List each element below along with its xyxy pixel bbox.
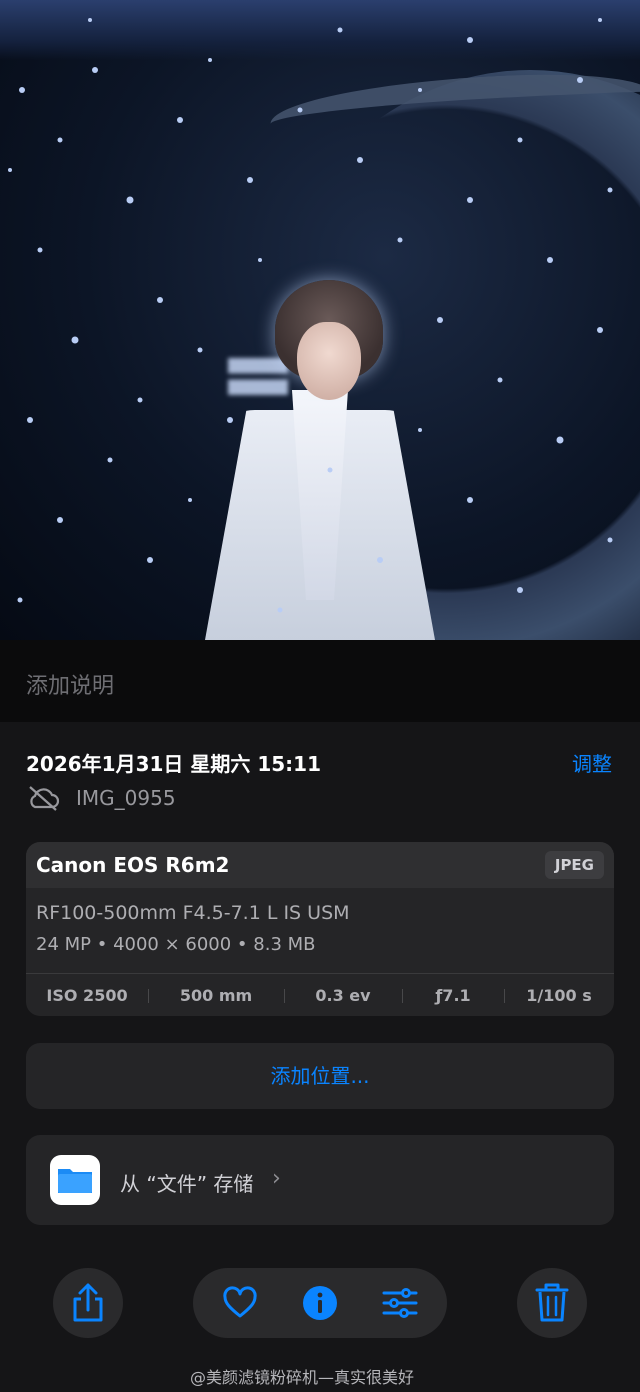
heart-icon[interactable] (222, 1285, 258, 1321)
camera-model: Canon EOS R6m2 (36, 853, 230, 877)
exif-aperture: ƒ7.1 (402, 986, 504, 1005)
share-button[interactable] (53, 1268, 123, 1338)
exif-exposure: 0.3 ev (284, 986, 402, 1005)
save-from-files-row[interactable]: 从 “文件” 存储 › (26, 1135, 614, 1225)
files-app-icon (50, 1155, 100, 1205)
exif-focal-length: 500 mm (148, 986, 284, 1005)
snow-particles (8, 18, 613, 613)
exif-row: ISO 2500 500 mm 0.3 ev ƒ7.1 1/100 s (26, 974, 614, 1016)
chevron-right-icon: › (272, 1166, 281, 1191)
save-from-files-label: 从 “文件” 存储 (120, 1172, 254, 1196)
trash-icon (535, 1283, 569, 1322)
exif-iso: ISO 2500 (46, 985, 128, 1005)
lens-model: RF100-500mm F4.5-7.1 L IS USM (36, 902, 350, 924)
file-name: IMG_0955 (76, 786, 176, 810)
camera-info-card: Canon EOS R6m2 JPEG RF100-500mm F4.5-7.1… (26, 842, 614, 1016)
add-location-button[interactable]: 添加位置... (26, 1043, 614, 1109)
caption-placeholder: 添加说明 (26, 674, 115, 699)
exif-shutter: 1/100 s (504, 986, 614, 1005)
weibo-watermark: @美颜滤镜粉碎机—真实很美好 (190, 1368, 415, 1387)
format-badge: JPEG (544, 851, 604, 879)
adjust-sliders-icon[interactable] (382, 1285, 418, 1321)
share-icon (73, 1283, 103, 1322)
adjust-date-button[interactable]: 调整 (572, 748, 612, 777)
cloud-off-icon (29, 786, 60, 811)
camera-header: Canon EOS R6m2 JPEG (26, 842, 614, 888)
delete-button[interactable] (517, 1268, 587, 1338)
photo-date: 2026年1月31日 星期六 15:11 (26, 752, 321, 776)
add-location-label: 添加位置... (270, 1064, 370, 1088)
photo[interactable] (0, 0, 640, 640)
image-specs: 24 MP • 4000 × 6000 • 8.3 MB (36, 934, 316, 955)
info-icon[interactable] (302, 1285, 338, 1321)
action-pill (193, 1268, 447, 1338)
caption-field[interactable]: 添加说明 (0, 640, 640, 722)
